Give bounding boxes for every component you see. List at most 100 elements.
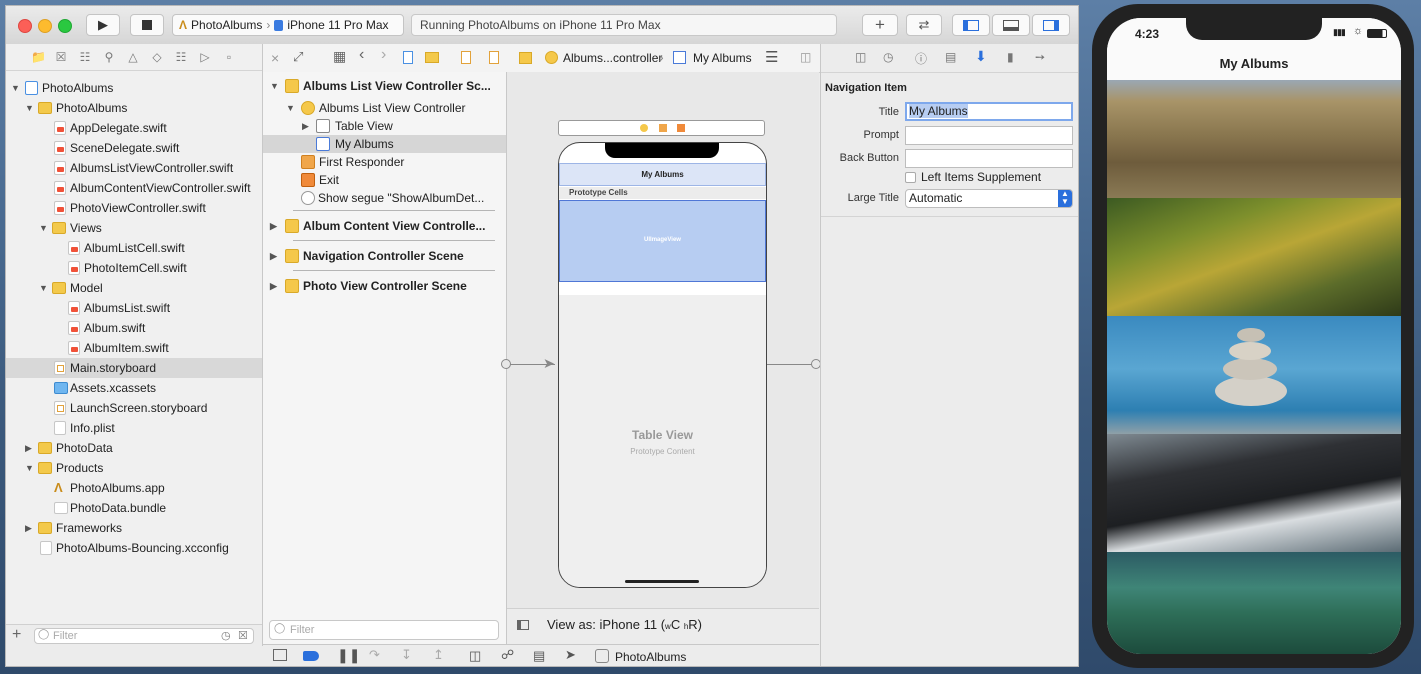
first-responder-icon[interactable] bbox=[659, 124, 667, 132]
tree-item-folder-model[interactable]: ▼ Model bbox=[6, 278, 262, 298]
step-out-icon[interactable]: ↥ bbox=[433, 647, 444, 663]
tree-item-project[interactable]: ▼ PhotoAlbums bbox=[6, 78, 262, 98]
outline-scene-photo-view[interactable]: ▶ Photo View Controller Scene bbox=[263, 277, 506, 295]
tree-item-file[interactable]: AlbumContentViewController.swift bbox=[6, 178, 262, 198]
size-inspector-icon[interactable]: ▮ bbox=[1007, 50, 1014, 64]
scene-dock[interactable] bbox=[558, 120, 765, 136]
tree-item-file[interactable]: Assets.xcassets bbox=[6, 378, 262, 398]
album-cell[interactable] bbox=[1107, 198, 1401, 316]
album-cell[interactable] bbox=[1107, 552, 1401, 654]
connections-inspector-icon[interactable]: ➙ bbox=[1035, 50, 1045, 64]
storyboard-icon[interactable] bbox=[461, 51, 471, 64]
outline-navigation-item[interactable]: My Albums bbox=[263, 135, 506, 153]
prototype-cell[interactable]: UIImageView bbox=[559, 200, 766, 282]
scheme-selector[interactable]: Λ PhotoAlbums › iPhone 11 Pro Max bbox=[172, 14, 404, 36]
tree-item-file[interactable]: PhotoViewController.swift bbox=[6, 198, 262, 218]
tree-item-file[interactable]: SceneDelegate.swift bbox=[6, 138, 262, 158]
toggle-debug-area-button[interactable] bbox=[992, 14, 1030, 36]
tree-item-file[interactable]: AppDelegate.swift bbox=[6, 118, 262, 138]
close-window-button[interactable] bbox=[18, 19, 32, 33]
tree-item-folder-products[interactable]: ▼ Products bbox=[6, 458, 262, 478]
tree-item-file[interactable]: PhotoAlbums-Bouncing.xcconfig bbox=[6, 538, 262, 558]
outline-scene-navigation-controller[interactable]: ▶ Navigation Controller Scene bbox=[263, 247, 506, 265]
grid-icon[interactable]: ▦ bbox=[333, 48, 346, 65]
step-over-icon[interactable]: ↷ bbox=[369, 647, 380, 663]
tree-item-folder-photodata[interactable]: ▶ PhotoData bbox=[6, 438, 262, 458]
prompt-field[interactable] bbox=[905, 126, 1073, 145]
pause-icon[interactable]: ❚❚ bbox=[337, 647, 360, 664]
toggle-inspector-button[interactable] bbox=[1032, 14, 1070, 36]
tree-item-file[interactable]: AlbumItem.swift bbox=[6, 338, 262, 358]
tree-item-file[interactable]: Λ PhotoAlbums.app bbox=[6, 478, 262, 498]
debug-icon[interactable]: ☷ bbox=[174, 50, 188, 64]
stop-button[interactable] bbox=[130, 14, 164, 36]
exit-icon[interactable] bbox=[677, 124, 685, 132]
history-inspector-icon[interactable]: ◷ bbox=[883, 50, 893, 64]
tree-item-file[interactable]: Info.plist bbox=[6, 418, 262, 438]
forward-arrow-icon[interactable]: › bbox=[381, 46, 386, 64]
run-button[interactable]: ▶ bbox=[86, 14, 120, 36]
hide-debug-icon[interactable] bbox=[273, 649, 287, 661]
symbol-icon[interactable]: ☷ bbox=[78, 50, 92, 64]
attributes-inspector-icon[interactable]: ⬇ bbox=[975, 48, 987, 65]
left-items-checkbox[interactable] bbox=[905, 172, 916, 183]
scene-icon[interactable] bbox=[519, 52, 532, 64]
storyboard-icon[interactable] bbox=[489, 51, 499, 64]
album-cell[interactable] bbox=[1107, 434, 1401, 552]
outline-view-controller[interactable]: ▼ Albums List View Controller bbox=[263, 99, 506, 117]
debug-scheme-label[interactable]: PhotoAlbums bbox=[615, 650, 686, 664]
location-icon[interactable]: ➤ bbox=[565, 647, 576, 663]
add-icon[interactable]: + bbox=[12, 626, 21, 644]
zoom-window-button[interactable] bbox=[58, 19, 72, 33]
breakpoints-toggle-icon[interactable] bbox=[303, 651, 319, 661]
step-into-icon[interactable]: ↧ bbox=[401, 647, 412, 663]
file-inspector-icon[interactable]: ◫ bbox=[855, 50, 866, 64]
outline-scene-album-content[interactable]: ▶ Album Content View Controlle... bbox=[263, 217, 506, 235]
outline-exit[interactable]: Exit bbox=[263, 171, 506, 189]
tree-item-folder-frameworks[interactable]: ▶ Frameworks bbox=[6, 518, 262, 538]
toggle-navigator-button[interactable] bbox=[952, 14, 990, 36]
tree-item-file[interactable]: Album.swift bbox=[6, 318, 262, 338]
recent-files-icon[interactable]: ◷ bbox=[221, 629, 231, 642]
environment-overrides-icon[interactable]: ▤ bbox=[533, 648, 545, 664]
report-icon[interactable]: ▫ bbox=[222, 50, 236, 64]
related-items-icon[interactable]: ⤢ bbox=[293, 49, 303, 65]
close-icon[interactable]: × bbox=[271, 50, 279, 66]
outline-table-view[interactable]: ▶ Table View bbox=[263, 117, 506, 135]
scene-device-frame[interactable]: My Albums Prototype Cells UIImageView Ta… bbox=[558, 142, 767, 588]
outline-segue[interactable]: Show segue "ShowAlbumDet... bbox=[263, 189, 506, 207]
breadcrumb-item[interactable]: My Albums bbox=[693, 51, 752, 65]
code-review-button[interactable]: ⇄ bbox=[906, 14, 942, 36]
outline-first-responder[interactable]: First Responder bbox=[263, 153, 506, 171]
breadcrumb-controller[interactable]: Albums...controller bbox=[563, 51, 662, 65]
toggle-outline-icon[interactable] bbox=[517, 620, 529, 630]
view-controller-icon[interactable] bbox=[640, 124, 648, 132]
minimize-window-button[interactable] bbox=[38, 19, 52, 33]
outline-scene-albums-list[interactable]: ▼ Albums List View Controller Sc... bbox=[263, 77, 506, 95]
storyboard-canvas[interactable]: ➤ My Albums Prototype Cells UIImageView … bbox=[501, 72, 821, 608]
breakpoint-icon[interactable]: ▷ bbox=[198, 50, 212, 64]
folder-icon[interactable]: 📁 bbox=[31, 50, 46, 64]
tree-item-folder-photoalbums[interactable]: ▼ PhotoAlbums bbox=[6, 98, 262, 118]
back-arrow-icon[interactable]: ‹ bbox=[359, 46, 364, 64]
album-cell[interactable] bbox=[1107, 316, 1401, 434]
tree-item-file[interactable]: AlbumsList.swift bbox=[6, 298, 262, 318]
tree-item-file[interactable]: AlbumListCell.swift bbox=[6, 238, 262, 258]
tree-item-file[interactable]: LaunchScreen.storyboard bbox=[6, 398, 262, 418]
tree-item-file[interactable]: PhotoData.bundle bbox=[6, 498, 262, 518]
title-field[interactable]: My Albums bbox=[905, 102, 1073, 121]
album-cell[interactable] bbox=[1107, 80, 1401, 198]
tree-item-file[interactable]: PhotoItemCell.swift bbox=[6, 258, 262, 278]
back-button-field[interactable] bbox=[905, 149, 1073, 168]
view-as-device-button[interactable]: View as: iPhone 11 (wC hR) bbox=[547, 617, 702, 632]
document-items-icon[interactable]: ☰ bbox=[765, 48, 778, 66]
project-icon[interactable] bbox=[403, 51, 413, 64]
identity-inspector-icon[interactable]: ▤ bbox=[945, 50, 956, 64]
source-control-icon[interactable]: ☒ bbox=[54, 50, 68, 64]
test-icon[interactable]: ◇ bbox=[150, 50, 164, 64]
outline-filter-input[interactable]: ◯ Filter bbox=[269, 620, 499, 640]
search-icon[interactable]: ⚲ bbox=[102, 50, 116, 64]
library-button[interactable]: + bbox=[862, 14, 898, 36]
scm-filter-icon[interactable]: ☒ bbox=[238, 629, 248, 642]
canvas-nav-bar[interactable]: My Albums bbox=[559, 163, 766, 186]
